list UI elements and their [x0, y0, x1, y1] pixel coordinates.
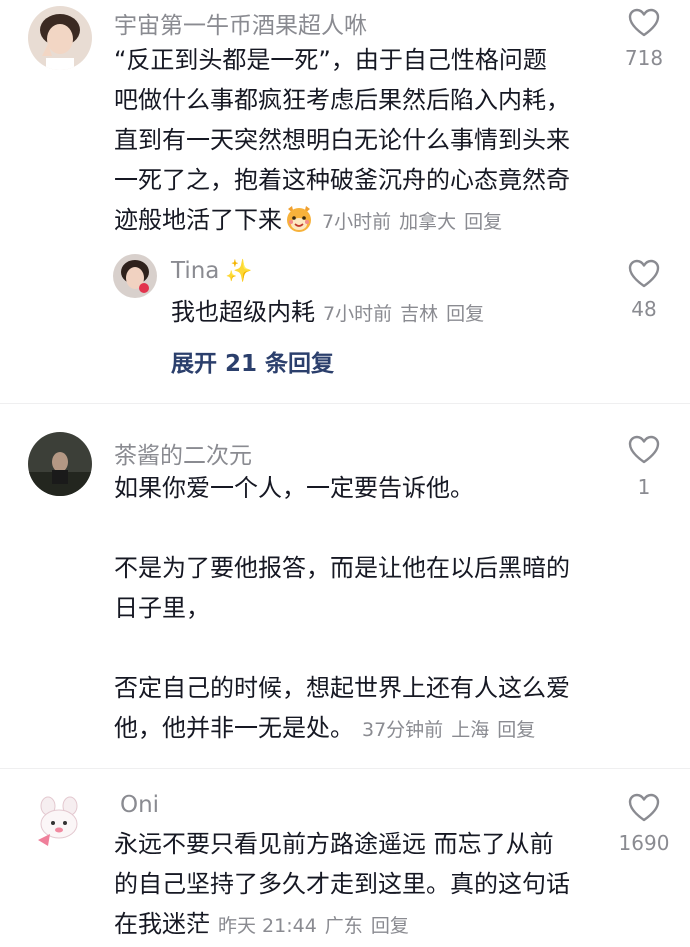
comment-body: 我也超级内耗	[171, 298, 315, 326]
divider	[0, 768, 690, 769]
divider	[0, 403, 690, 404]
username-text: Tina	[171, 258, 220, 284]
comment-time: 7小时前	[323, 303, 393, 325]
reply-button[interactable]: 回复	[371, 915, 409, 937]
avatar[interactable]	[113, 254, 157, 298]
comment-body: 如果你爱一个人，一定要告诉他。 不是为了要他报答，而是让他在以后黑暗的 日子里，…	[114, 474, 570, 742]
comment-time: 昨天 21:44	[218, 915, 317, 937]
expand-replies-button[interactable]: 展开 21 条回复	[171, 344, 334, 378]
username[interactable]: Tina ✨	[171, 258, 253, 284]
like-count: 1	[637, 475, 651, 499]
comment-text: 我也超级内耗 7小时前 吉林 回复	[171, 292, 591, 334]
avatar[interactable]	[28, 790, 92, 854]
sparkle-emoji: ✨	[225, 259, 253, 284]
comment-location: 广东	[324, 915, 363, 937]
comment-time: 7小时前	[322, 211, 392, 233]
smiling-fox-emoji	[284, 203, 314, 233]
username[interactable]: 茶酱的二次元	[114, 436, 252, 470]
reply-button[interactable]: 回复	[446, 303, 484, 325]
heart-outline-icon[interactable]	[628, 435, 660, 465]
comment-text: “反正到头都是一死”，由于自己性格问题 吧做什么事都疯狂考虑后果然后陷入内耗， …	[114, 40, 614, 242]
heart-outline-icon[interactable]	[628, 793, 660, 823]
avatar[interactable]	[28, 432, 92, 496]
comment-text: 如果你爱一个人，一定要告诉他。 不是为了要他报答，而是让他在以后黑暗的 日子里，…	[114, 468, 614, 750]
reply-button[interactable]: 回复	[497, 719, 535, 741]
reply-button[interactable]: 回复	[464, 211, 502, 233]
comment-text: 永远不要只看见前方路途遥远 而忘了从前 的自己坚持了多久才走到这里。真的这句话 …	[114, 824, 614, 946]
heart-outline-icon[interactable]	[628, 8, 660, 38]
like-count: 48	[631, 297, 657, 321]
comment-time: 37分钟前	[362, 719, 444, 741]
comment-location: 加拿大	[399, 211, 457, 233]
avatar[interactable]	[28, 6, 92, 70]
like-count: 1690	[618, 831, 670, 855]
username[interactable]: Oni	[120, 792, 159, 818]
comment-body: “反正到头都是一死”，由于自己性格问题 吧做什么事都疯狂考虑后果然后陷入内耗， …	[114, 46, 570, 234]
username[interactable]: 宇宙第一牛币酒果超人咻	[114, 6, 367, 40]
comment-location: 上海	[451, 719, 490, 741]
heart-outline-icon[interactable]	[628, 259, 660, 289]
like-count: 718	[624, 46, 664, 70]
comment-location: 吉林	[400, 303, 439, 325]
